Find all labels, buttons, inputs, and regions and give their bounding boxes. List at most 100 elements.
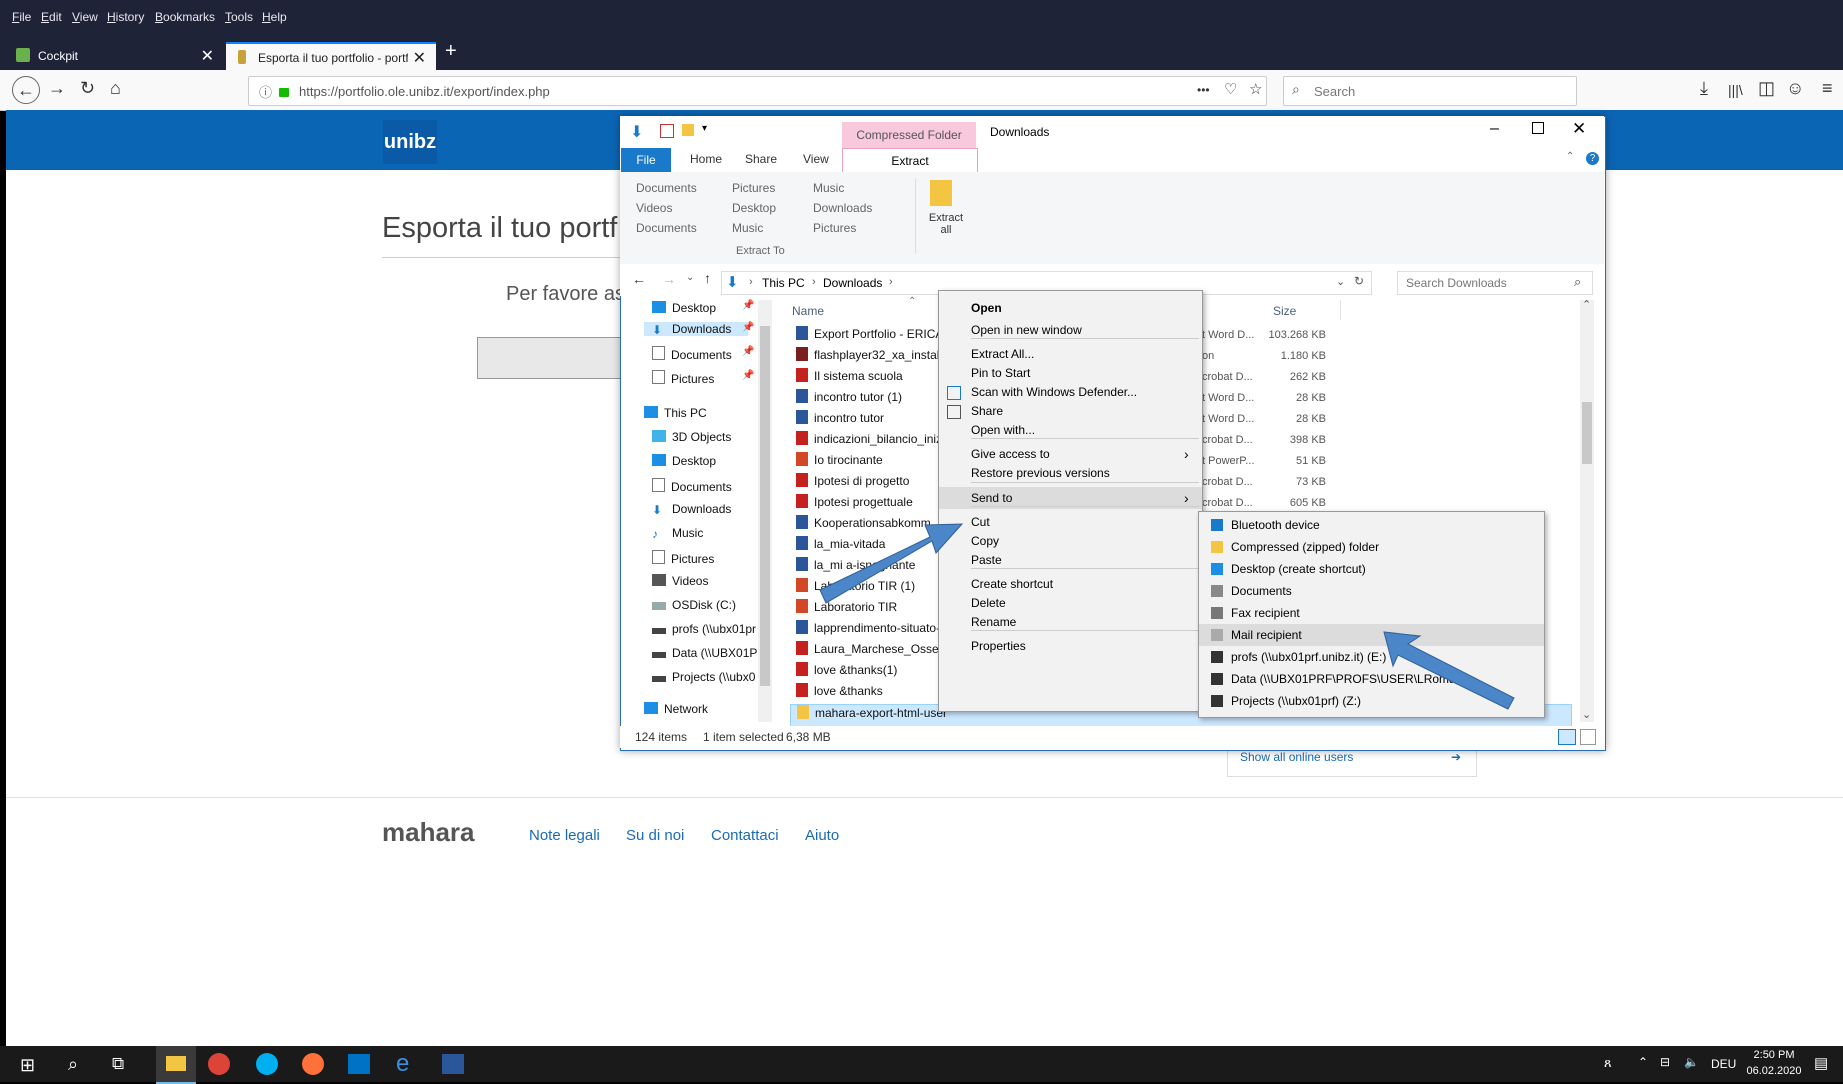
nav-item-network[interactable]: Network — [644, 702, 708, 716]
ribbon-location[interactable]: Documents — [636, 181, 697, 195]
nav-item-desktop[interactable]: Desktop — [652, 454, 716, 468]
nav-item-this-pc[interactable]: This PC — [644, 406, 707, 420]
sidebar-icon[interactable]: ◫ — [1758, 78, 1775, 99]
refresh-icon[interactable]: ↻ — [1354, 274, 1364, 288]
nav-item-videos[interactable]: Videos — [652, 574, 708, 588]
customize-qat-icon[interactable]: ▾ — [702, 123, 707, 134]
ribbon-tab-home[interactable]: Home — [690, 152, 722, 166]
ribbon-tab-file[interactable]: File — [621, 148, 671, 172]
column-header-name[interactable]: Name — [792, 304, 824, 318]
task-view-icon[interactable]: ⧉ — [112, 1054, 124, 1074]
show-hidden-icons[interactable]: ⌃ — [1638, 1055, 1648, 1069]
breadcrumb-this-pc[interactable]: This PC — [762, 276, 805, 290]
properties-icon[interactable] — [660, 124, 674, 138]
tab-cockpit[interactable]: Cockpit ✕ — [6, 42, 224, 70]
footer-link-note-legali[interactable]: Note legali — [529, 827, 600, 844]
large-icons-view-icon[interactable] — [1580, 729, 1596, 745]
send-to-item-projects-ubx01prf-z[interactable]: Projects (\\ubx01prf) (Z:) — [1199, 690, 1544, 712]
word-icon[interactable] — [442, 1054, 464, 1074]
downloads-icon[interactable]: ⤓ — [1700, 78, 1708, 99]
account-icon[interactable]: ☺ — [1786, 78, 1804, 99]
context-menu-item-properties[interactable]: Properties — [939, 635, 1202, 657]
maximize-icon[interactable] — [1532, 122, 1544, 134]
context-menu-item-open[interactable]: Open — [939, 297, 1202, 319]
forward-icon[interactable]: → — [48, 78, 66, 99]
ribbon-tab-extract[interactable]: Extract — [842, 148, 978, 173]
send-to-item-profs-ubx01prf-unibz-it-e[interactable]: profs (\\ubx01prf.unibz.it) (E:) — [1199, 646, 1544, 668]
export-option-box[interactable] — [477, 337, 625, 379]
pocket-icon[interactable]: ♡ — [1224, 80, 1237, 98]
nav-scrollbar-thumb[interactable] — [760, 326, 770, 686]
nav-item-desktop[interactable]: Desktop — [652, 301, 716, 315]
windows-start-icon[interactable]: ⊞ — [20, 1055, 35, 1076]
unibz-logo[interactable]: unibz — [383, 120, 437, 164]
nav-item-osdisk[interactable]: OSDisk (C:) — [652, 598, 736, 612]
scroll-up-icon[interactable]: ⌃ — [1582, 298, 1591, 311]
footer-link-su-di-noi[interactable]: Su di noi — [626, 827, 684, 844]
library-icon[interactable]: |||\ — [1728, 82, 1743, 98]
search-bar[interactable]: ⌕ Search — [1283, 76, 1577, 106]
menu-bookmarks[interactable]: Bookmarks — [155, 10, 215, 24]
mahara-logo[interactable]: mahara — [382, 817, 475, 848]
action-center-icon[interactable]: ▤ — [1814, 1054, 1828, 1072]
forward-icon[interactable]: → — [662, 271, 676, 287]
pin-icon[interactable]: 📌 — [742, 346, 754, 357]
reload-icon[interactable]: ↻ — [80, 78, 95, 99]
ribbon-location[interactable]: Documents — [636, 221, 697, 235]
page-actions-icon[interactable]: ••• — [1197, 83, 1210, 97]
back-icon[interactable]: ← — [12, 76, 40, 104]
close-tab-icon[interactable]: ✕ — [201, 46, 214, 66]
outlook-icon[interactable] — [348, 1054, 370, 1074]
close-icon[interactable]: ✕ — [1572, 119, 1586, 139]
up-icon[interactable]: ↑ — [704, 270, 711, 286]
nav-item-projects-drive[interactable]: Projects (\\ubx0 — [652, 670, 755, 684]
send-to-item-documents[interactable]: Documents — [1199, 580, 1544, 602]
search-icon[interactable]: ⌕ — [68, 1054, 78, 1075]
bookmark-star-icon[interactable]: ☆ — [1249, 80, 1262, 98]
footer-link-aiuto[interactable]: Aiuto — [805, 827, 839, 844]
file-scrollbar-thumb[interactable] — [1582, 402, 1592, 464]
send-to-item-mail-recipient[interactable]: Mail recipient — [1199, 624, 1544, 646]
ribbon-location[interactable]: Pictures — [813, 221, 856, 235]
ribbon-location[interactable]: Music — [813, 181, 844, 195]
nav-item-documents[interactable]: Documents — [652, 346, 732, 362]
pin-icon[interactable]: 📌 — [742, 300, 754, 311]
nav-item-data-drive[interactable]: Data (\\UBX01PF — [652, 646, 765, 660]
chevron-right-icon[interactable]: › — [889, 276, 893, 288]
send-to-item-compressed-zipped-folder[interactable]: Compressed (zipped) folder — [1199, 536, 1544, 558]
nav-item-pictures[interactable]: Pictures — [652, 370, 714, 386]
firefox-icon[interactable] — [302, 1053, 324, 1075]
pin-icon[interactable]: 📌 — [742, 370, 754, 381]
skype-icon[interactable] — [256, 1053, 278, 1075]
footer-link-contattaci[interactable]: Contattaci — [711, 827, 779, 844]
search-downloads-input[interactable]: Search Downloads ⌕ — [1397, 271, 1593, 295]
clock-time[interactable]: 2:50 PM — [1748, 1049, 1800, 1061]
chevron-right-icon[interactable]: › — [812, 276, 816, 288]
menu-file[interactable]: File — [12, 10, 31, 24]
tab-esporta-portfolio[interactable]: Esporta il tuo portfolio - portfo ✕ — [226, 42, 436, 72]
scroll-down-icon[interactable]: ⌄ — [1582, 708, 1591, 721]
ribbon-tab-view[interactable]: View — [803, 152, 829, 166]
menu-view[interactable]: View — [72, 10, 98, 24]
file-scrollbar[interactable] — [1580, 300, 1594, 722]
send-to-item-data-ubx01prf-profs-user-lromani[interactable]: Data (\\UBX01PRF\PROFS\USER\LRomani — [1199, 668, 1544, 690]
menu-tools[interactable]: Tools — [225, 10, 253, 24]
minimize-icon[interactable]: – — [1490, 120, 1499, 138]
ribbon-tab-share[interactable]: Share — [745, 152, 777, 166]
hamburger-menu-icon[interactable]: ≡ — [1822, 78, 1833, 99]
nav-item-pictures[interactable]: Pictures — [652, 550, 714, 566]
nav-item-profs-drive[interactable]: profs (\\ubx01pr — [652, 622, 756, 636]
address-dropdown-icon[interactable]: ⌄ — [1336, 275, 1345, 288]
nav-item-downloads[interactable]: ⬇ Downloads — [644, 322, 748, 337]
extract-all-button[interactable]: Extract all — [904, 178, 963, 236]
send-to-item-fax-recipient[interactable]: Fax recipient — [1199, 602, 1544, 624]
breadcrumb-downloads[interactable]: Downloads — [823, 276, 882, 290]
ribbon-location[interactable]: Pictures — [732, 181, 775, 195]
send-to-item-desktop-create-shortcut[interactable]: Desktop (create shortcut) — [1199, 558, 1544, 580]
send-to-item-bluetooth-device[interactable]: Bluetooth device — [1199, 514, 1544, 536]
back-icon[interactable]: ← — [632, 271, 646, 287]
context-menu-item-restore-previous-versions[interactable]: Restore previous versions — [939, 462, 1202, 484]
quick-access-download-icon[interactable]: ⬇ — [630, 122, 643, 142]
nav-item-3d-objects[interactable]: 3D Objects — [652, 430, 731, 444]
chrome-icon[interactable] — [208, 1053, 230, 1075]
